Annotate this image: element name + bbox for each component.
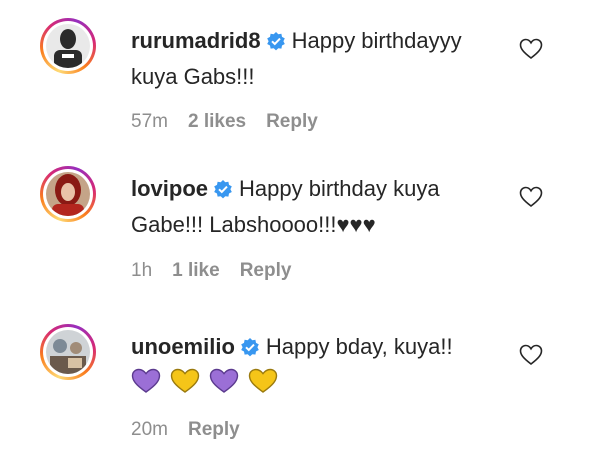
comment-body: rurumadrid8 Happy birthdayyy kuya Gabs!!! bbox=[131, 24, 501, 93]
yellow-heart-icon bbox=[249, 368, 278, 393]
avatar[interactable] bbox=[40, 324, 96, 380]
comment-text: Happy bday, kuya!! bbox=[265, 334, 453, 359]
like-heart-icon[interactable] bbox=[519, 38, 545, 62]
username[interactable]: lovipoe bbox=[131, 176, 208, 201]
likes-count[interactable]: 2 likes bbox=[188, 111, 246, 132]
avatar-photo-icon bbox=[46, 24, 90, 68]
comment-meta: 20m Reply bbox=[131, 419, 260, 441]
reply-button[interactable]: Reply bbox=[240, 260, 292, 281]
timestamp: 57m bbox=[131, 111, 168, 132]
reply-button[interactable]: Reply bbox=[188, 419, 240, 440]
username[interactable]: unoemilio bbox=[131, 334, 235, 359]
reply-button[interactable]: Reply bbox=[266, 111, 318, 132]
timestamp: 20m bbox=[131, 419, 168, 440]
comment-meta: 57m 2 likes Reply bbox=[131, 111, 338, 133]
avatar-photo-icon bbox=[46, 172, 90, 216]
verified-badge-icon bbox=[240, 333, 260, 366]
comment-meta: 1h 1 like Reply bbox=[131, 260, 311, 282]
avatar-photo-icon bbox=[46, 330, 90, 374]
avatar[interactable] bbox=[40, 166, 96, 222]
likes-count[interactable]: 1 like bbox=[172, 260, 220, 281]
yellow-heart-icon bbox=[170, 368, 200, 393]
emoji-row bbox=[131, 366, 501, 399]
avatar[interactable] bbox=[40, 18, 96, 74]
verified-badge-icon bbox=[266, 27, 286, 60]
username[interactable]: rurumadrid8 bbox=[131, 28, 261, 53]
comment-body: lovipoe Happy birthday kuya Gabe!!! Labsh… bbox=[131, 172, 501, 241]
purple-heart-icon bbox=[210, 368, 239, 393]
verified-badge-icon bbox=[213, 175, 233, 208]
timestamp: 1h bbox=[131, 260, 153, 281]
like-heart-icon[interactable] bbox=[519, 344, 545, 368]
purple-heart-icon bbox=[131, 368, 161, 393]
like-heart-icon[interactable] bbox=[519, 186, 545, 210]
comment-body: unoemilio Happy bday, kuya!! bbox=[131, 330, 501, 399]
